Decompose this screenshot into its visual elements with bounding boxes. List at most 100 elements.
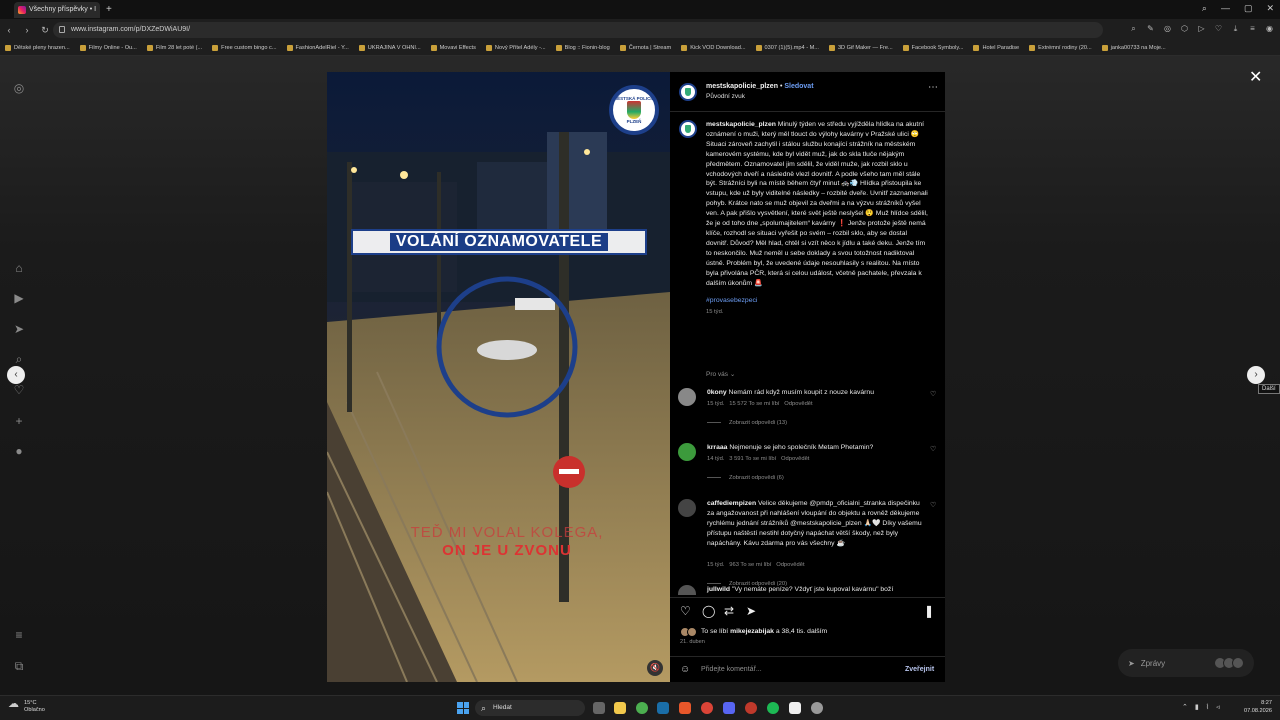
follow-button[interactable]: Sledovat bbox=[784, 83, 813, 90]
close-window-button[interactable]: ✕ bbox=[1266, 3, 1274, 14]
author-avatar[interactable] bbox=[679, 83, 697, 101]
bookmark-item[interactable]: Hotel Paradise bbox=[968, 45, 1024, 51]
weather-widget[interactable]: 15°C Oblačno bbox=[8, 700, 45, 714]
likes-user[interactable]: mikejezabijak bbox=[730, 628, 774, 635]
notifications-heart-icon[interactable]: ♡ bbox=[12, 383, 26, 397]
new-tab-button[interactable]: + bbox=[106, 4, 112, 15]
bookmark-item[interactable]: Extrémní rodiny (20... bbox=[1024, 45, 1096, 51]
comment-bubble-icon[interactable]: ◯ bbox=[702, 604, 715, 618]
repost-icon[interactable]: ⇄ bbox=[724, 604, 734, 618]
bookmark-item[interactable]: janka00733 na Moje... bbox=[1097, 45, 1171, 51]
create-plus-icon[interactable]: + bbox=[12, 414, 26, 428]
commenter-avatar[interactable] bbox=[678, 585, 696, 595]
bookmark-item[interactable]: 3D Gif Maker — Fre... bbox=[824, 45, 898, 51]
browser-icon[interactable] bbox=[701, 702, 713, 714]
mute-icon[interactable]: 🔇 bbox=[647, 660, 663, 676]
app-icon[interactable] bbox=[811, 702, 823, 714]
commenter-avatar[interactable] bbox=[678, 499, 696, 517]
task-view-icon[interactable] bbox=[593, 702, 605, 714]
network-icon[interactable]: ⌇ bbox=[1206, 703, 1209, 711]
close-tab-icon[interactable]: ✕ bbox=[99, 6, 100, 14]
commenter-username[interactable]: jullwild bbox=[707, 586, 730, 593]
comment-likes[interactable]: 963 To se mi líbí bbox=[729, 562, 771, 568]
view-replies-button[interactable]: Zobrazit odpovědi (6) bbox=[707, 475, 784, 481]
hashtag-link[interactable]: #provasebezpeci bbox=[706, 296, 930, 306]
windows-start-icon[interactable] bbox=[457, 702, 469, 714]
commenter-avatar[interactable] bbox=[678, 388, 696, 406]
opera-icon[interactable] bbox=[745, 702, 757, 714]
tab-instagram[interactable]: Všechny příspěvky • I ✕ bbox=[14, 1, 100, 18]
extension-icon[interactable]: ⬡ bbox=[1180, 24, 1189, 34]
firefox-icon[interactable] bbox=[679, 702, 691, 714]
meta-apps-icon[interactable]: ⧉ bbox=[12, 659, 26, 673]
bookmark-item[interactable]: 0307 (1)(5).mp4 - M... bbox=[751, 45, 824, 51]
forward-button[interactable]: › bbox=[18, 25, 36, 35]
send-icon[interactable]: ➤ bbox=[12, 322, 26, 336]
caption-avatar[interactable] bbox=[679, 120, 697, 138]
play-icon[interactable]: ▷ bbox=[1197, 24, 1206, 34]
caption-author[interactable]: mestskapolicie_plzen bbox=[706, 121, 776, 128]
taskbar-search[interactable]: Hledat bbox=[475, 700, 585, 716]
instagram-logo-icon[interactable]: ◎ bbox=[12, 81, 26, 95]
bookmark-item[interactable]: Nový Přítel Adély -... bbox=[481, 45, 551, 51]
reply-button[interactable]: Odpovědět bbox=[784, 401, 812, 407]
publish-button[interactable]: Zveřejnit bbox=[905, 666, 934, 673]
spotify-icon[interactable] bbox=[767, 702, 779, 714]
steam-icon[interactable] bbox=[657, 702, 669, 714]
reply-button[interactable]: Odpovědět bbox=[781, 456, 809, 462]
previous-post-button[interactable]: ‹ bbox=[7, 366, 25, 384]
commenter-username[interactable]: krraaa bbox=[707, 444, 727, 451]
more-options-icon[interactable]: ⋯ bbox=[928, 82, 938, 93]
close-modal-icon[interactable]: ✕ bbox=[1249, 67, 1262, 87]
back-button[interactable]: ‹ bbox=[0, 25, 18, 35]
more-menu-icon[interactable]: ≡ bbox=[12, 628, 26, 642]
likes-summary[interactable]: To se líbí mikejezabijak a 38,4 tis. dal… bbox=[701, 628, 827, 635]
edit-icon[interactable]: ✎ bbox=[1146, 24, 1155, 34]
menu-icon[interactable]: ≡ bbox=[1248, 24, 1257, 34]
reels-icon[interactable]: ▶ bbox=[12, 291, 26, 305]
capcut-icon[interactable] bbox=[789, 702, 801, 714]
author-username[interactable]: mestskapolicie_plzen bbox=[706, 83, 778, 90]
view-replies-button[interactable]: Zobrazit odpovědi (13) bbox=[707, 420, 787, 426]
bookmark-item[interactable]: FashionAdelRiel - Y... bbox=[282, 45, 354, 51]
bookmark-item[interactable]: Facebook Symboly... bbox=[898, 45, 969, 51]
clock[interactable]: 8:27 07.08.2026 bbox=[1244, 700, 1272, 715]
profile-icon[interactable]: ◉ bbox=[1265, 24, 1274, 34]
bookmark-item[interactable]: Černota | Stream bbox=[615, 45, 677, 51]
screenshot-icon[interactable]: ◎ bbox=[1163, 24, 1172, 34]
reel-video[interactable]: MĚSTSKÁ POLICIE PLZEŇ VOLÁNÍ OZNAMOVATEL… bbox=[327, 72, 670, 682]
audio-label[interactable]: Původní zvuk bbox=[706, 93, 745, 100]
like-comment-icon[interactable]: ♡ bbox=[930, 445, 936, 453]
address-bar[interactable]: www.instagram.com/p/DXZeDWiAU9I/ bbox=[53, 22, 1103, 38]
bookmark-item[interactable]: Kick VOD Download... bbox=[676, 45, 750, 51]
profile-avatar-icon[interactable]: ● bbox=[12, 444, 26, 458]
like-heart-icon[interactable]: ♡ bbox=[680, 604, 691, 618]
like-comment-icon[interactable]: ♡ bbox=[930, 501, 936, 509]
zoom-icon[interactable]: ⌕ bbox=[1129, 24, 1138, 34]
discord-icon[interactable] bbox=[723, 702, 735, 714]
commenter-username[interactable]: caffediempizen bbox=[707, 500, 756, 507]
reply-button[interactable]: Odpovědět bbox=[776, 562, 804, 568]
commenter-avatar[interactable] bbox=[678, 443, 696, 461]
messages-button[interactable]: ➤ Zprávy bbox=[1118, 649, 1254, 677]
for-you-dropdown[interactable]: Pro vás ⌄ bbox=[706, 370, 735, 378]
bookmark-item[interactable]: Filmy Online - Ou... bbox=[75, 45, 142, 51]
downloads-icon[interactable]: ⤓ bbox=[1231, 24, 1240, 34]
favorites-icon[interactable]: ♡ bbox=[1214, 24, 1223, 34]
home-icon[interactable]: ⌂ bbox=[12, 261, 26, 275]
comment-likes[interactable]: 3 591 To se mi líbí bbox=[729, 456, 776, 462]
search-icon[interactable]: ⌕ bbox=[12, 352, 26, 366]
comment-likes[interactable]: 15 572 To se mi líbí bbox=[729, 401, 779, 407]
tray-app-icon[interactable]: ▮ bbox=[1195, 703, 1199, 711]
chrome-icon[interactable] bbox=[636, 702, 648, 714]
tray-chevron-icon[interactable]: ⌃ bbox=[1182, 703, 1188, 711]
comment-input[interactable]: Přidejte komentář... bbox=[701, 666, 762, 673]
bookmark-item[interactable]: Free custom bingo c... bbox=[207, 45, 281, 51]
share-send-icon[interactable]: ➤ bbox=[746, 604, 756, 618]
next-post-button[interactable]: › bbox=[1247, 366, 1265, 384]
commenter-username[interactable]: 0kony bbox=[707, 389, 727, 396]
save-bookmark-icon[interactable]: ❚ bbox=[924, 604, 934, 618]
minimize-button[interactable]: — bbox=[1221, 3, 1230, 14]
bookmark-item[interactable]: Movavi Effects bbox=[426, 45, 481, 51]
file-explorer-icon[interactable] bbox=[614, 702, 626, 714]
